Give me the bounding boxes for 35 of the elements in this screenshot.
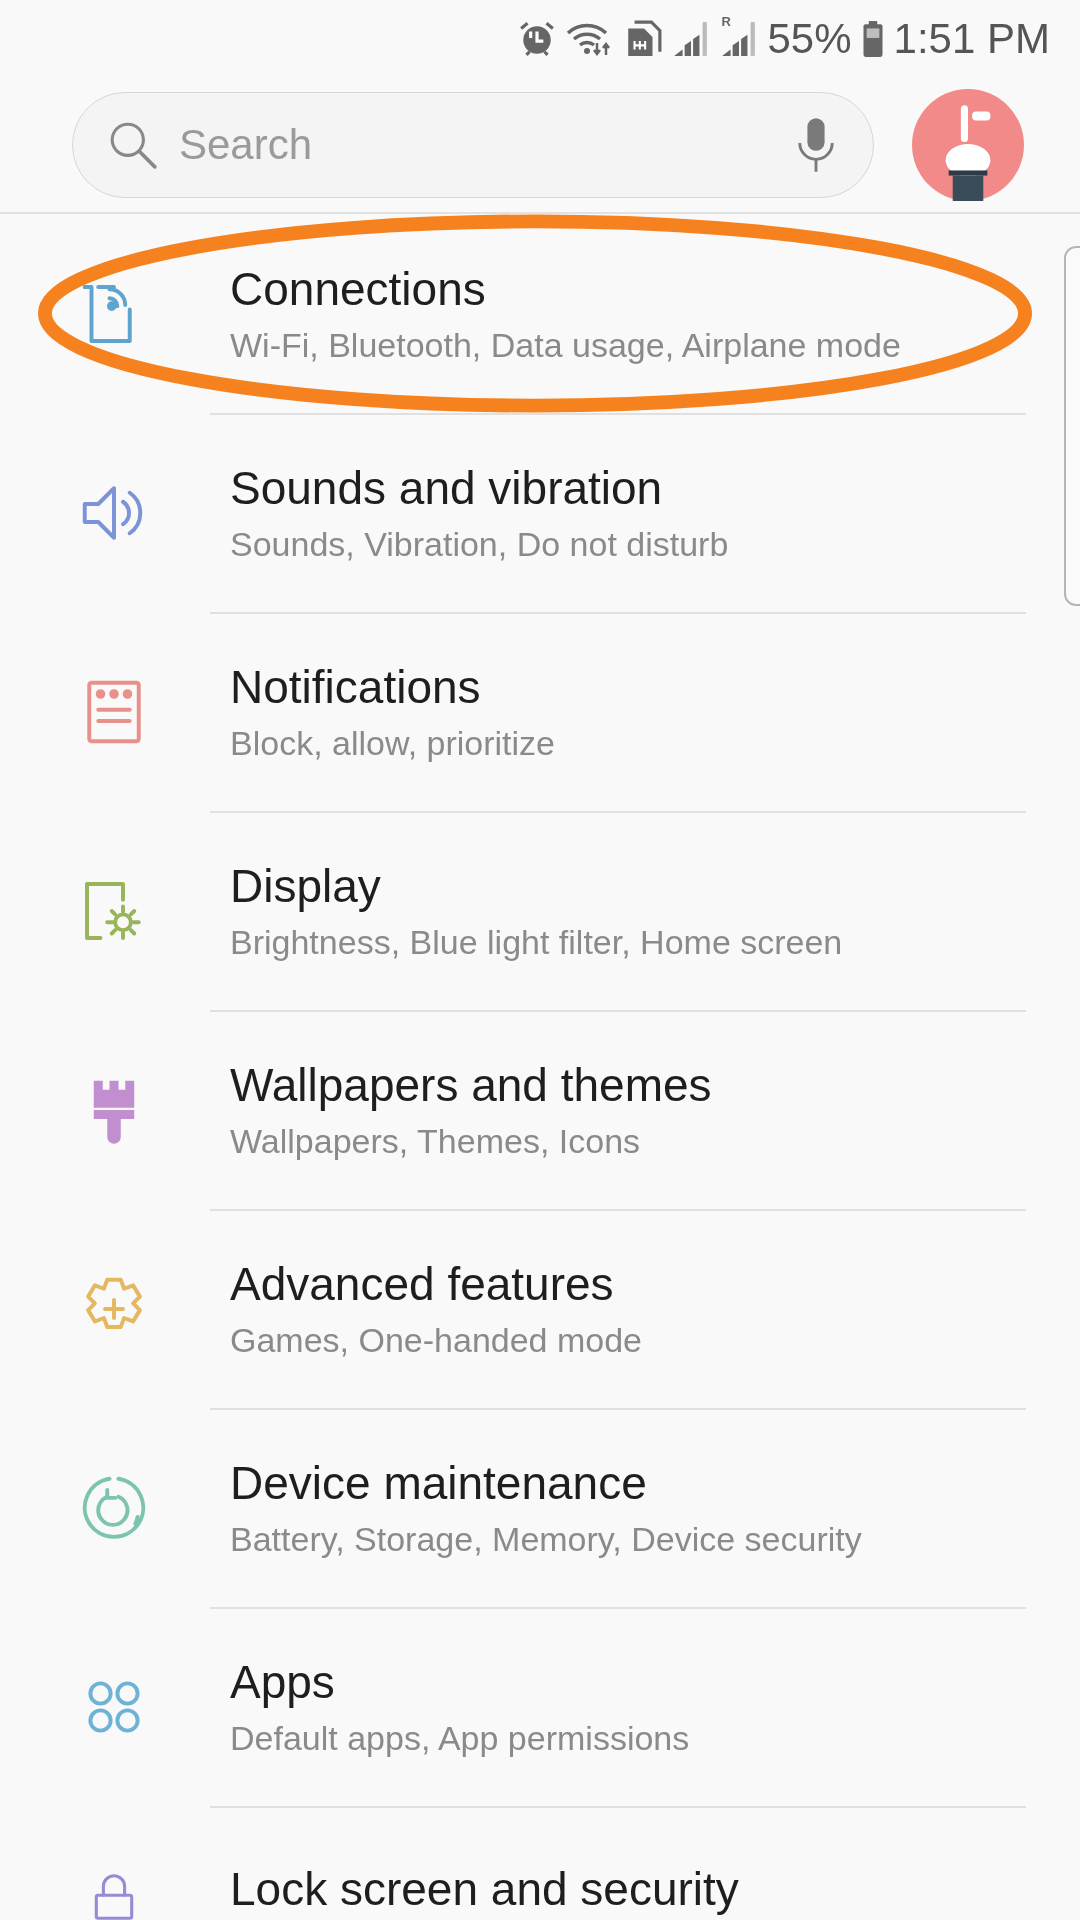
- settings-item[interactable]: Apps Default apps, App permissions: [0, 1607, 1050, 1806]
- item-title: Sounds and vibration: [230, 461, 664, 515]
- item-subtitle: Wallpapers, Themes, Icons: [230, 1122, 642, 1161]
- search-field[interactable]: Search: [177, 120, 777, 170]
- microphone-icon[interactable]: [795, 116, 837, 174]
- item-title: Advanced features: [230, 1257, 615, 1311]
- settings-item[interactable]: Connections Wi-Fi, Bluetooth, Data usage, Airplane mode: [0, 214, 1050, 413]
- avatar[interactable]: [912, 89, 1024, 201]
- item-subtitle: Brightness, Blue light filter, Home screen: [230, 923, 843, 962]
- item-title: Notifications: [230, 660, 482, 714]
- settings-item[interactable]: Sounds and vibration Sounds, Vibration, Do not disturb: [0, 413, 1050, 612]
- item-title: Device maintenance: [230, 1456, 648, 1510]
- settings-item[interactable]: Notifications Block, allow, prioritize: [0, 612, 1050, 811]
- item-subtitle: Block, allow, prioritize: [230, 724, 555, 763]
- padlock-icon: [94, 1874, 134, 1920]
- battery-icon: [861, 20, 884, 58]
- item-title: Apps: [230, 1655, 336, 1709]
- clock-time: 1:51 PM: [893, 15, 1050, 63]
- search-bar[interactable]: Search: [72, 92, 874, 198]
- item-title: Wallpapers and themes: [230, 1058, 712, 1112]
- item-subtitle: Games, One-handed mode: [230, 1321, 643, 1360]
- item-subtitle: Battery, Storage, Memory, Device security: [230, 1520, 862, 1559]
- settings-item[interactable]: Lock screen and security: [0, 1806, 1050, 1920]
- item-subtitle: Sounds, Vibration, Do not disturb: [230, 525, 729, 564]
- battery-percentage: 55%: [767, 15, 852, 63]
- settings-item[interactable]: Advanced features Games, One-handed mode: [0, 1209, 1050, 1408]
- item-title: Connections: [230, 262, 487, 316]
- item-title: Display: [230, 859, 382, 913]
- settings-item[interactable]: Device maintenance Battery, Storage, Memory, Device security: [0, 1408, 1050, 1607]
- item-subtitle: Default apps, App permissions: [230, 1719, 690, 1758]
- settings-item[interactable]: Wallpapers and themes Wallpapers, Themes, Icons: [0, 1010, 1050, 1209]
- settings-item[interactable]: Display Brightness, Blue light filter, Home screen: [0, 811, 1050, 1010]
- alarm-icon: [517, 20, 556, 58]
- item-title: Lock screen and security: [230, 1862, 739, 1916]
- item-subtitle: Wi-Fi, Bluetooth, Data usage, Airplane mode: [230, 326, 901, 365]
